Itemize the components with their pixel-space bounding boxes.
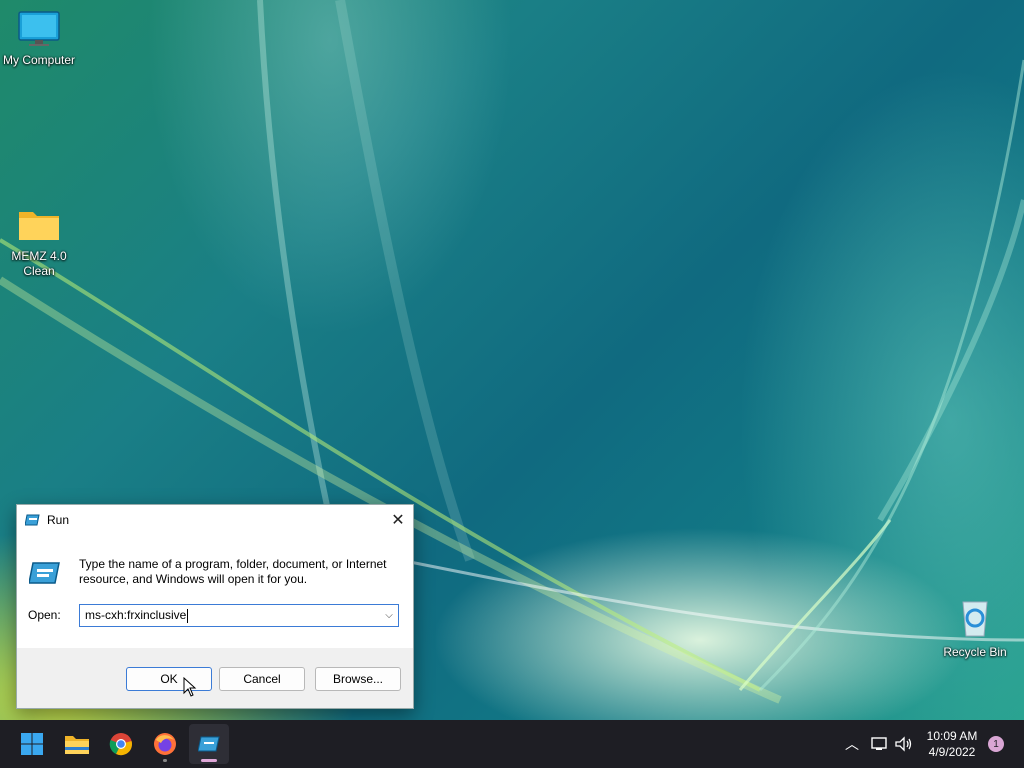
running-indicator — [163, 759, 167, 762]
desktop-icon-label: MEMZ 4.0 Clean — [11, 249, 67, 278]
run-titlebar[interactable]: Run — [17, 505, 413, 534]
desktop-icon-label: My Computer — [2, 53, 76, 67]
clock-time: 10:09 AM — [926, 729, 978, 743]
close-icon: ✕ — [391, 512, 405, 529]
run-icon — [25, 514, 40, 525]
volume-icon[interactable] — [894, 735, 914, 753]
text-caret — [187, 608, 189, 623]
desktop-icon-my-computer[interactable]: My Computer — [0, 10, 79, 68]
monitor-icon — [18, 11, 60, 46]
run-dialog: Run ✕ Type the name of a program, folder… — [16, 504, 414, 709]
recycle-bin-icon — [962, 601, 988, 637]
mouse-cursor-icon — [183, 677, 197, 697]
network-icon[interactable] — [870, 735, 890, 753]
ok-button[interactable]: OK — [126, 667, 212, 691]
desktop-icon-recycle-bin[interactable]: Recycle Bin — [935, 596, 1015, 660]
start-button[interactable] — [12, 724, 52, 764]
chevron-down-icon[interactable]: ⌵ — [380, 610, 398, 621]
run-description: Type the name of a program, folder, docu… — [79, 557, 387, 586]
open-input[interactable]: ms-cxh:frxinclusive — [80, 608, 380, 623]
taskbar-file-explorer[interactable] — [57, 724, 97, 764]
folder-icon — [19, 212, 59, 240]
desktop-icon-label: Recycle Bin — [943, 645, 1007, 659]
run-icon — [198, 736, 220, 752]
start-icon — [21, 733, 43, 755]
taskbar-run[interactable] — [189, 724, 229, 764]
clock-date: 4/9/2022 — [928, 745, 976, 759]
browse-button[interactable]: Browse... — [315, 667, 401, 691]
taskbar: ︿ 10:09 AM 4/9/2022 — [0, 720, 1024, 768]
notification-badge[interactable]: 1 — [988, 736, 1004, 752]
open-label: Open: — [28, 608, 61, 622]
file-explorer-icon — [65, 736, 89, 754]
chrome-icon — [109, 733, 132, 756]
run-program-icon — [29, 562, 60, 584]
taskbar-firefox[interactable] — [145, 724, 185, 764]
desktop-icon-memz[interactable]: MEMZ 4.0 Clean — [0, 206, 79, 279]
open-input-value: ms-cxh:frxinclusive — [85, 608, 187, 623]
taskbar-chrome[interactable] — [101, 724, 141, 764]
active-indicator — [201, 759, 217, 762]
firefox-icon — [154, 733, 176, 755]
chevron-up-icon[interactable]: ︿ — [842, 734, 862, 754]
system-tray: ︿ — [842, 720, 914, 768]
close-button[interactable]: ✕ — [387, 509, 409, 531]
run-title: Run — [47, 512, 70, 527]
open-combobox[interactable]: ms-cxh:frxinclusive ⌵ — [79, 604, 399, 627]
clock[interactable]: 10:09 AM 4/9/2022 — [922, 728, 982, 760]
cancel-button[interactable]: Cancel — [219, 667, 305, 691]
